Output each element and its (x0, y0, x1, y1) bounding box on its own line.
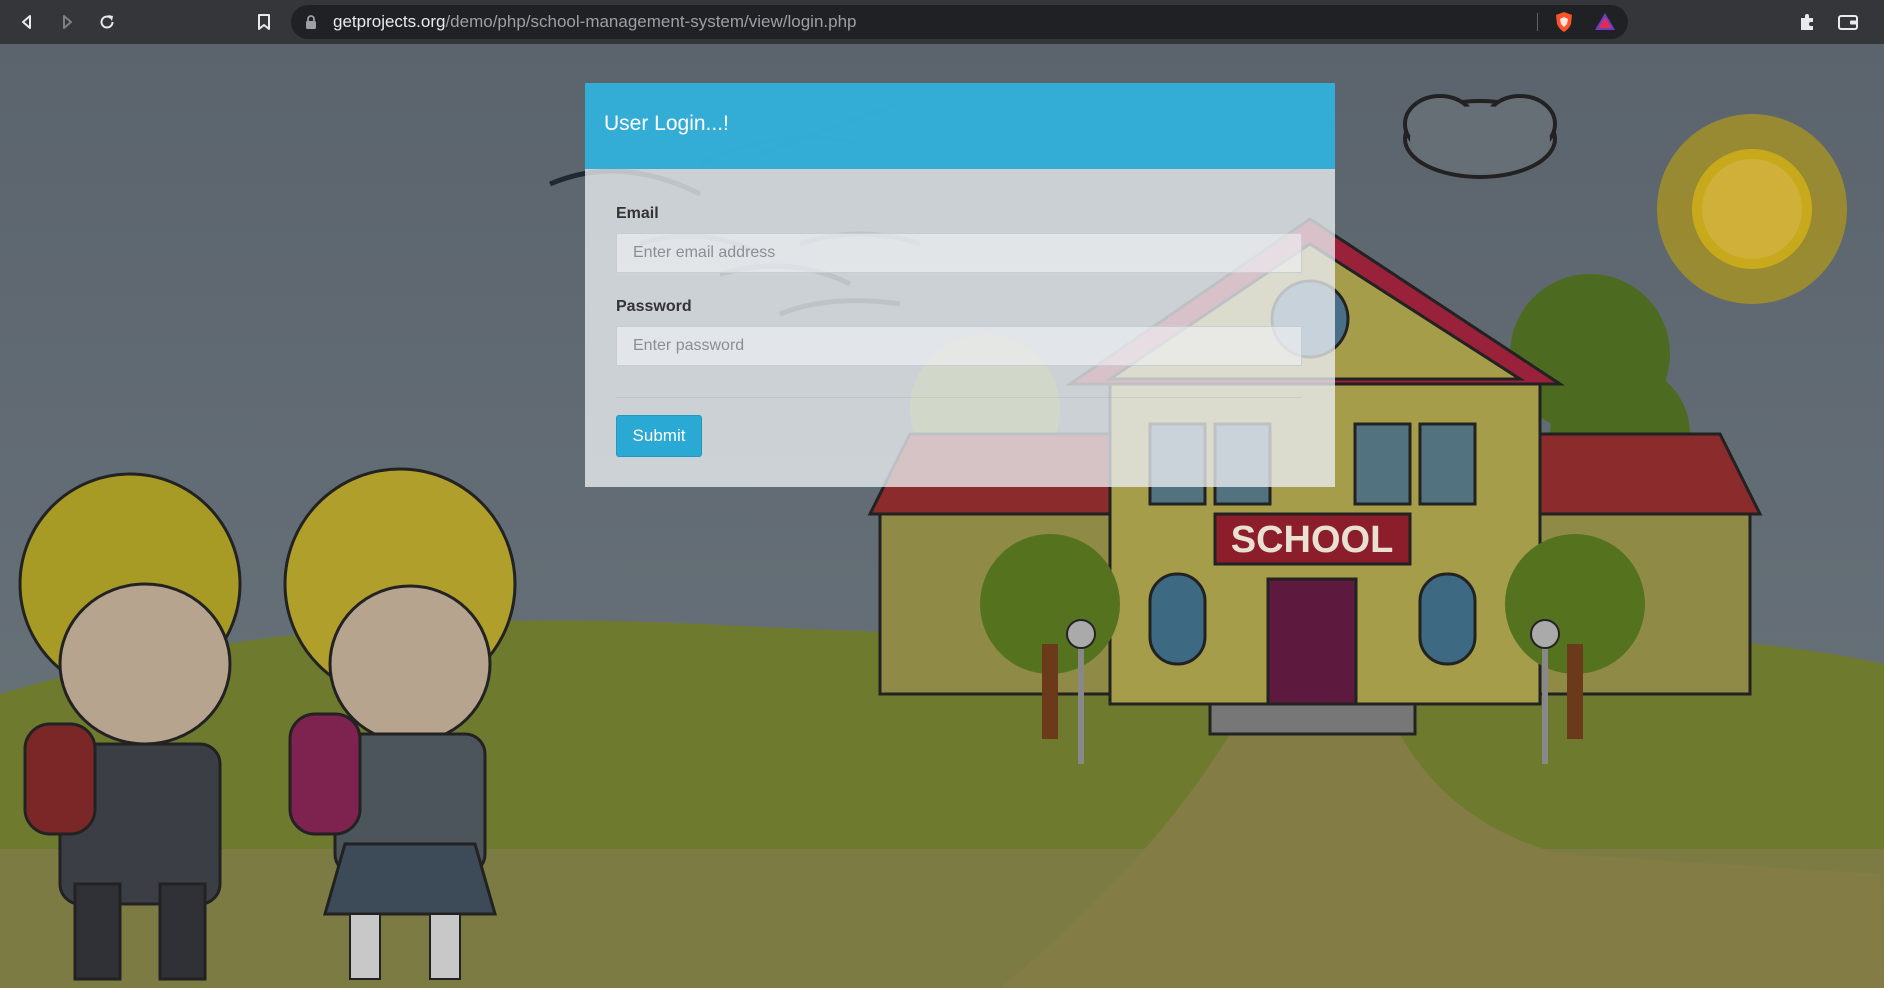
email-label: Email (616, 205, 659, 222)
email-field[interactable] (616, 233, 1302, 273)
wallet-icon[interactable] (1836, 10, 1860, 34)
url-path: /demo/php/school-management-system/view/… (445, 12, 857, 31)
url-host: getprojects.org (333, 12, 446, 31)
password-label: Password (616, 298, 692, 315)
login-panel-header: User Login...! (585, 83, 1335, 169)
school-sign-text: SCHOOL (1231, 519, 1394, 561)
forward-icon[interactable] (55, 10, 79, 34)
cloud-right (1403, 94, 1557, 179)
reload-icon[interactable] (95, 10, 119, 34)
login-title: User Login...! (604, 112, 729, 135)
address-bar[interactable]: getprojects.org/demo/php/school-manageme… (291, 5, 1628, 39)
extensions-icon[interactable] (1795, 10, 1819, 34)
form-divider (616, 397, 1302, 398)
url-text[interactable]: getprojects.org/demo/php/school-manageme… (333, 5, 857, 39)
sun-icon (1657, 114, 1847, 304)
back-icon[interactable] (15, 10, 39, 34)
password-field[interactable] (616, 326, 1302, 366)
brave-rewards-icon[interactable] (1594, 11, 1616, 38)
browser-toolbar: getprojects.org/demo/php/school-manageme… (0, 0, 1884, 44)
omnibox-divider (1537, 13, 1538, 31)
lock-icon[interactable] (305, 15, 317, 34)
bookmark-icon[interactable] (252, 10, 276, 34)
login-panel: User Login...! Email Password Submit (585, 83, 1335, 487)
brave-shield-icon[interactable] (1553, 11, 1575, 38)
submit-button[interactable]: Submit (616, 415, 702, 457)
